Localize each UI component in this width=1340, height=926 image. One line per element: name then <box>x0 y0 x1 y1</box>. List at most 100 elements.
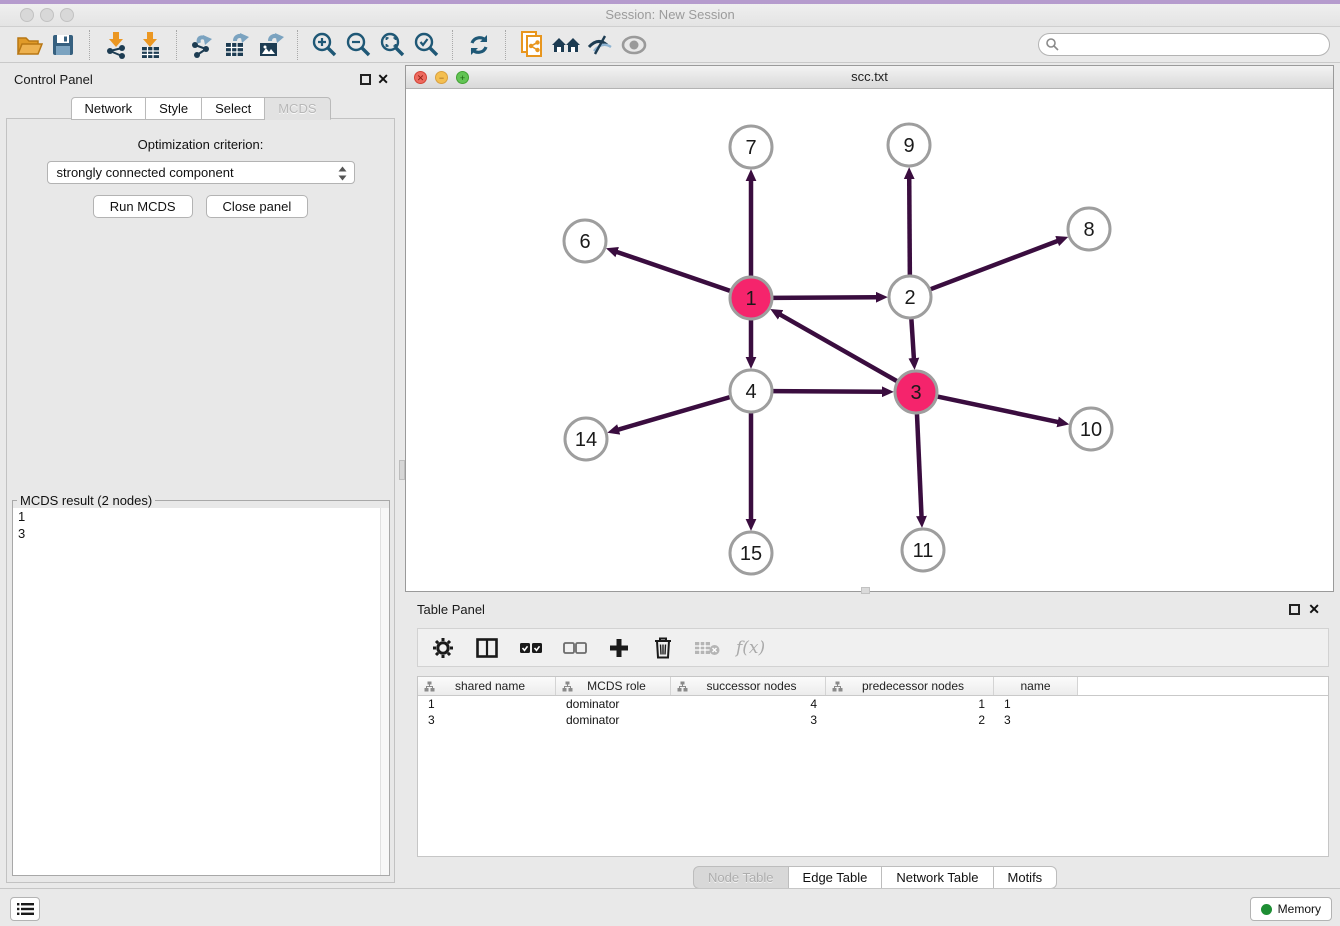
minimize-window-button[interactable] <box>40 8 54 22</box>
graph-edge-2-8[interactable] <box>931 241 1059 289</box>
search-input[interactable] <box>1038 33 1330 56</box>
close-window-button[interactable] <box>20 8 34 22</box>
graph-edge-2-9[interactable] <box>909 178 910 275</box>
cell-shared-name[interactable]: 1 <box>418 696 556 712</box>
graph-edge-3-1[interactable] <box>780 314 897 381</box>
close-table-panel-icon[interactable]: ✕ <box>1308 601 1320 618</box>
graph-edge-3-11[interactable] <box>917 414 922 517</box>
delete-table-icon[interactable] <box>692 633 722 663</box>
tab-mcds[interactable]: MCDS <box>265 97 330 120</box>
graph-edge-4-14[interactable] <box>618 397 730 430</box>
unselect-all-icon[interactable] <box>560 633 590 663</box>
import-network-icon[interactable] <box>99 29 133 61</box>
zoom-out-icon[interactable] <box>341 29 375 61</box>
optimization-criterion-label: Optimization criterion: <box>7 137 394 152</box>
tab-network[interactable]: Network <box>70 97 146 120</box>
table-row[interactable]: 1 dominator 4 1 1 <box>418 696 1328 712</box>
close-panel-button[interactable]: Close panel <box>206 195 309 218</box>
float-panel-icon[interactable] <box>360 74 371 85</box>
select-all-icon[interactable] <box>516 633 546 663</box>
column-header-shared-name[interactable]: shared name <box>418 677 556 695</box>
search-field-wrap <box>1038 33 1330 56</box>
criterion-select[interactable]: strongly connected component <box>47 161 355 184</box>
graph-edge-1-2[interactable] <box>773 297 877 298</box>
refresh-icon[interactable] <box>462 29 496 61</box>
toolbar-separator <box>297 30 298 60</box>
result-scrollbar[interactable] <box>380 508 389 875</box>
flag-column-icon <box>677 681 688 692</box>
close-network-icon[interactable]: ✕ <box>414 71 427 84</box>
zoom-window-button[interactable] <box>60 8 74 22</box>
graph-edge-1-6[interactable] <box>616 252 730 291</box>
tab-motifs[interactable]: Motifs <box>994 866 1058 889</box>
split-panel-icon[interactable] <box>472 633 502 663</box>
new-network-from-selection-icon[interactable] <box>515 29 549 61</box>
zoom-selected-icon[interactable] <box>409 29 443 61</box>
delete-row-icon[interactable] <box>648 633 678 663</box>
zoom-fit-icon[interactable] <box>375 29 409 61</box>
control-panel: Control Panel ✕ Network Style Select MCD… <box>0 65 401 888</box>
tab-edge-table[interactable]: Edge Table <box>789 866 883 889</box>
tab-node-table[interactable]: Node Table <box>693 866 789 889</box>
column-header-mcds-role[interactable]: MCDS role <box>556 677 671 695</box>
memory-button[interactable]: Memory <box>1250 897 1332 921</box>
zoom-in-icon[interactable] <box>307 29 341 61</box>
float-table-panel-icon[interactable] <box>1289 604 1300 615</box>
graph-node-label-2: 2 <box>904 287 915 309</box>
cell-name[interactable]: 3 <box>994 712 1078 728</box>
cell-successor-nodes[interactable]: 3 <box>671 712 826 728</box>
mcds-result-text[interactable]: 1 3 <box>13 508 389 875</box>
horizontal-splitter-handle[interactable] <box>861 587 870 594</box>
import-table-icon[interactable] <box>133 29 167 61</box>
cell-mcds-role[interactable]: dominator <box>556 712 671 728</box>
column-header-successor-nodes[interactable]: successor nodes <box>671 677 826 695</box>
column-header-predecessor-nodes[interactable]: predecessor nodes <box>826 677 994 695</box>
minimize-network-icon[interactable]: − <box>435 71 448 84</box>
memory-label: Memory <box>1278 902 1321 916</box>
save-session-icon[interactable] <box>46 29 80 61</box>
column-header-name[interactable]: name <box>994 677 1078 695</box>
graph-edge-3-10[interactable] <box>938 397 1059 423</box>
run-mcds-button[interactable]: Run MCDS <box>93 195 193 218</box>
chevron-up-down-icon <box>336 165 349 182</box>
node-table[interactable]: shared name MCDS role successor nodes pr… <box>417 676 1329 857</box>
toolbar-separator <box>452 30 453 60</box>
open-session-icon[interactable] <box>12 29 46 61</box>
function-builder-icon[interactable]: f(x) <box>736 638 765 658</box>
settings-gear-icon[interactable] <box>428 633 458 663</box>
maximize-network-icon[interactable]: + <box>456 71 469 84</box>
cell-successor-nodes[interactable]: 4 <box>671 696 826 712</box>
flag-column-icon <box>562 681 573 692</box>
hide-selected-icon[interactable] <box>583 29 617 61</box>
table-toolbar: f(x) <box>417 628 1329 667</box>
tab-style[interactable]: Style <box>146 97 202 120</box>
cell-name[interactable]: 1 <box>994 696 1078 712</box>
graph-edge-4-3[interactable] <box>773 391 883 392</box>
cell-mcds-role[interactable]: dominator <box>556 696 671 712</box>
mcds-result-group: MCDS result (2 nodes) 1 3 <box>12 493 390 876</box>
cell-predecessor-nodes[interactable]: 1 <box>826 696 994 712</box>
toolbar-separator <box>505 30 506 60</box>
mcds-result-title: MCDS result (2 nodes) <box>17 493 155 508</box>
cell-predecessor-nodes[interactable]: 2 <box>826 712 994 728</box>
mcds-result-line: 1 <box>13 508 389 525</box>
network-window-title: scc.txt <box>406 66 1333 88</box>
close-panel-icon[interactable]: ✕ <box>377 71 389 88</box>
tab-select[interactable]: Select <box>202 97 265 120</box>
tab-network-table[interactable]: Network Table <box>882 866 993 889</box>
add-row-icon[interactable] <box>604 633 634 663</box>
main-toolbar <box>0 28 1340 63</box>
export-network-icon[interactable] <box>186 29 220 61</box>
show-all-icon[interactable] <box>617 29 651 61</box>
export-image-icon[interactable] <box>254 29 288 61</box>
cell-shared-name[interactable]: 3 <box>418 712 556 728</box>
show-panels-button[interactable] <box>10 897 40 921</box>
table-row[interactable]: 3 dominator 3 2 3 <box>418 712 1328 728</box>
graph-node-label-14: 14 <box>575 429 597 451</box>
graph-node-label-15: 15 <box>740 543 762 565</box>
graph-edge-2-3[interactable] <box>911 319 914 359</box>
network-window-titlebar[interactable]: ✕ − + scc.txt <box>406 66 1333 89</box>
first-neighbors-icon[interactable] <box>549 29 583 61</box>
export-table-icon[interactable] <box>220 29 254 61</box>
network-graph[interactable]: 7968124314101511 <box>406 89 1333 591</box>
